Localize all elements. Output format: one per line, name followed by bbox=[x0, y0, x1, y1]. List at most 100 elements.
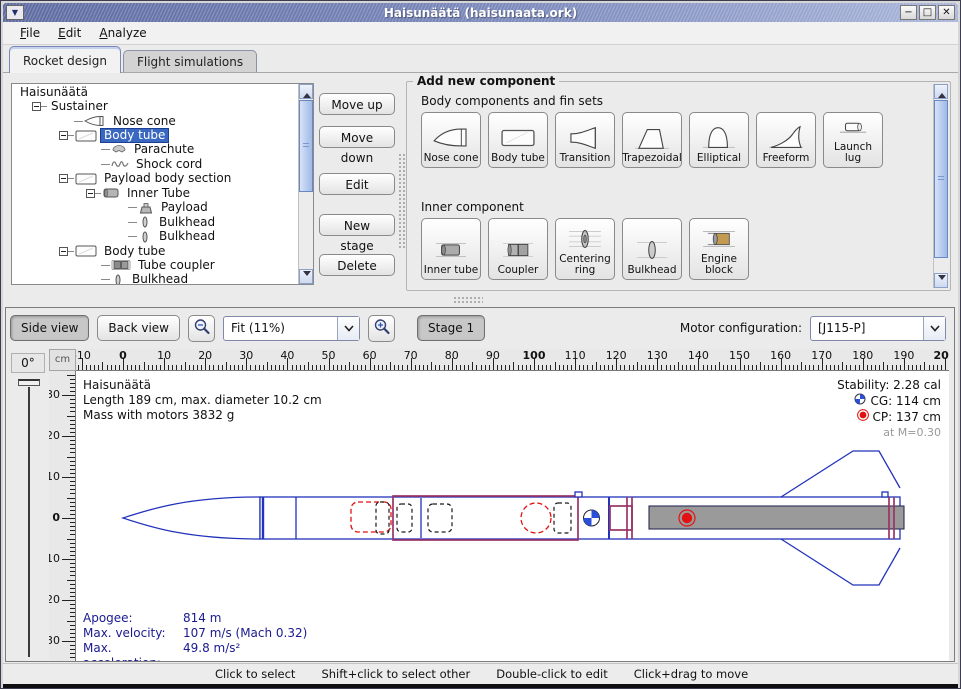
motor-configuration-select[interactable]: [J115-P] bbox=[810, 316, 946, 341]
tree-expander-icon[interactable] bbox=[32, 102, 41, 111]
flight-summary-value: 107 m/s (Mach 0.32) bbox=[183, 626, 307, 641]
scroll-up-icon[interactable] bbox=[299, 84, 313, 99]
tree-item-inner-tube[interactable]: Inner Tube bbox=[12, 186, 297, 200]
tree-item-label: Parachute bbox=[130, 142, 198, 157]
zoom-out-button[interactable] bbox=[188, 315, 215, 342]
ruler-tick bbox=[70, 465, 75, 466]
ruler-tick bbox=[390, 362, 391, 370]
nose-cone-icon bbox=[84, 115, 106, 127]
add-centering-ring-button[interactable]: Centering ring bbox=[555, 218, 615, 280]
stage-toggle-button[interactable]: Stage 1 bbox=[417, 315, 485, 341]
ruler-tick bbox=[842, 362, 843, 370]
ruler-tick bbox=[776, 365, 777, 370]
horizontal-split-divider[interactable] bbox=[453, 296, 483, 303]
ruler-tick bbox=[809, 365, 810, 370]
scroll-down-icon[interactable] bbox=[934, 273, 948, 288]
ruler-tick bbox=[70, 432, 75, 433]
ruler-tick bbox=[357, 365, 358, 370]
ruler-tick bbox=[337, 365, 338, 370]
tree-scrollbar[interactable] bbox=[298, 84, 313, 284]
tree-expander-icon[interactable] bbox=[59, 174, 68, 183]
move-down-button[interactable]: Move down bbox=[319, 126, 395, 148]
body-tube-icon bbox=[75, 173, 97, 185]
ruler-tick bbox=[135, 365, 136, 370]
tree-item-payload[interactable]: Payload bbox=[12, 201, 297, 215]
add-inner-tube-button[interactable]: Inner tube bbox=[421, 218, 481, 280]
scroll-down-icon[interactable] bbox=[299, 269, 313, 284]
menu-analyze[interactable]: Analyze bbox=[90, 23, 155, 43]
back-view-button[interactable]: Back view bbox=[97, 315, 180, 341]
tree-item-nose-cone[interactable]: Nose cone bbox=[12, 114, 297, 128]
ruler-tick bbox=[70, 510, 75, 511]
fin-shape bbox=[781, 451, 900, 497]
tree-item-parachute[interactable]: Parachute bbox=[12, 143, 297, 157]
add-engine-block-button[interactable]: Engine block bbox=[689, 218, 749, 280]
tree-item-body-tube[interactable]: Body tube bbox=[12, 128, 297, 142]
tree-item-tube-coupler[interactable]: Tube coupler bbox=[12, 258, 297, 272]
ruler-tick bbox=[197, 365, 198, 370]
add-coupler-button[interactable]: Coupler bbox=[488, 218, 548, 280]
tree-item-bulkhead[interactable]: Bulkhead bbox=[12, 273, 297, 285]
ruler-tick bbox=[160, 365, 161, 370]
fin-shape bbox=[781, 539, 900, 585]
ruler-tick bbox=[316, 365, 317, 370]
ruler-label: 160 bbox=[770, 349, 791, 362]
ruler-tick bbox=[70, 420, 75, 421]
add-panel-scroll-thumb[interactable] bbox=[934, 100, 948, 258]
tab-flight-simulations[interactable]: Flight simulations bbox=[123, 50, 257, 72]
tree-item-bulkhead[interactable]: Bulkhead bbox=[12, 215, 297, 229]
tree-item-label: Shock cord bbox=[132, 157, 206, 172]
tree-item-payload-body-section[interactable]: Payload body section bbox=[12, 172, 297, 186]
move-up-button[interactable]: Move up bbox=[319, 93, 395, 115]
edit-button[interactable]: Edit bbox=[319, 173, 395, 195]
tree-connector bbox=[74, 121, 83, 122]
tab-rocket-design[interactable]: Rocket design bbox=[9, 46, 121, 73]
zoom-select[interactable]: Fit (11%) bbox=[223, 316, 360, 341]
add-elliptical-button[interactable]: Elliptical bbox=[689, 112, 749, 168]
ruler-tick bbox=[670, 365, 671, 370]
component-tree: HaisunäätäSustainerNose coneBody tubePar… bbox=[12, 85, 297, 285]
tree-item-shock-cord[interactable]: Shock cord bbox=[12, 157, 297, 171]
ruler-tick bbox=[435, 365, 436, 370]
vertical-split-divider[interactable] bbox=[398, 153, 406, 249]
add-bulkhead-button[interactable]: Bulkhead bbox=[622, 218, 682, 280]
ruler-tick bbox=[448, 365, 449, 370]
tree-item-haisun-t[interactable]: Haisunäätä bbox=[12, 85, 297, 99]
bulkhead-icon bbox=[138, 216, 152, 228]
zoom-in-button[interactable] bbox=[368, 315, 395, 342]
menu-file[interactable]: File bbox=[11, 23, 49, 43]
ruler-tick bbox=[764, 365, 765, 370]
tree-expander-icon[interactable] bbox=[59, 247, 68, 256]
side-view-button[interactable]: Side view bbox=[10, 315, 89, 341]
ruler-tick bbox=[583, 365, 584, 370]
ruler-tick bbox=[67, 375, 75, 376]
rocket-canvas[interactable]: Haisunäätä Length 189 cm, max. diameter … bbox=[76, 371, 949, 661]
ruler-tick bbox=[505, 365, 506, 370]
add-panel-scrollbar[interactable] bbox=[933, 84, 948, 288]
add-launch-lug-button[interactable]: Launch lug bbox=[823, 112, 883, 168]
add-trapezoidal-button[interactable]: Trapezoidal bbox=[622, 112, 682, 168]
tree-item-sustainer[interactable]: Sustainer bbox=[12, 99, 297, 113]
ruler-label: 20 bbox=[198, 349, 212, 362]
add-freeform-button[interactable]: Freeform bbox=[756, 112, 816, 168]
ruler-tick bbox=[518, 365, 519, 370]
tree-expander-icon[interactable] bbox=[86, 189, 95, 198]
delete-button[interactable]: Delete bbox=[319, 254, 395, 276]
tree-scroll-thumb[interactable] bbox=[299, 100, 313, 192]
freeform-icon bbox=[764, 123, 808, 153]
ruler-tick bbox=[70, 657, 75, 658]
menu-edit[interactable]: Edit bbox=[49, 23, 90, 43]
ruler-tick bbox=[67, 457, 75, 458]
rotation-slider-handle[interactable] bbox=[18, 379, 40, 386]
tree-item-bulkhead[interactable]: Bulkhead bbox=[12, 229, 297, 243]
add-nose-cone-button[interactable]: Nose cone bbox=[421, 112, 481, 168]
add-transition-button[interactable]: Transition bbox=[555, 112, 615, 168]
new-stage-button[interactable]: New stage bbox=[319, 214, 395, 236]
add-body-tube-button[interactable]: Body tube bbox=[488, 112, 548, 168]
tree-expander-icon[interactable] bbox=[59, 131, 68, 140]
ruler-tick bbox=[419, 365, 420, 370]
rotation-slider[interactable] bbox=[28, 387, 30, 657]
ruler-tick bbox=[181, 365, 182, 370]
scroll-up-icon[interactable] bbox=[934, 84, 948, 99]
tree-item-body-tube[interactable]: Body tube bbox=[12, 244, 297, 258]
